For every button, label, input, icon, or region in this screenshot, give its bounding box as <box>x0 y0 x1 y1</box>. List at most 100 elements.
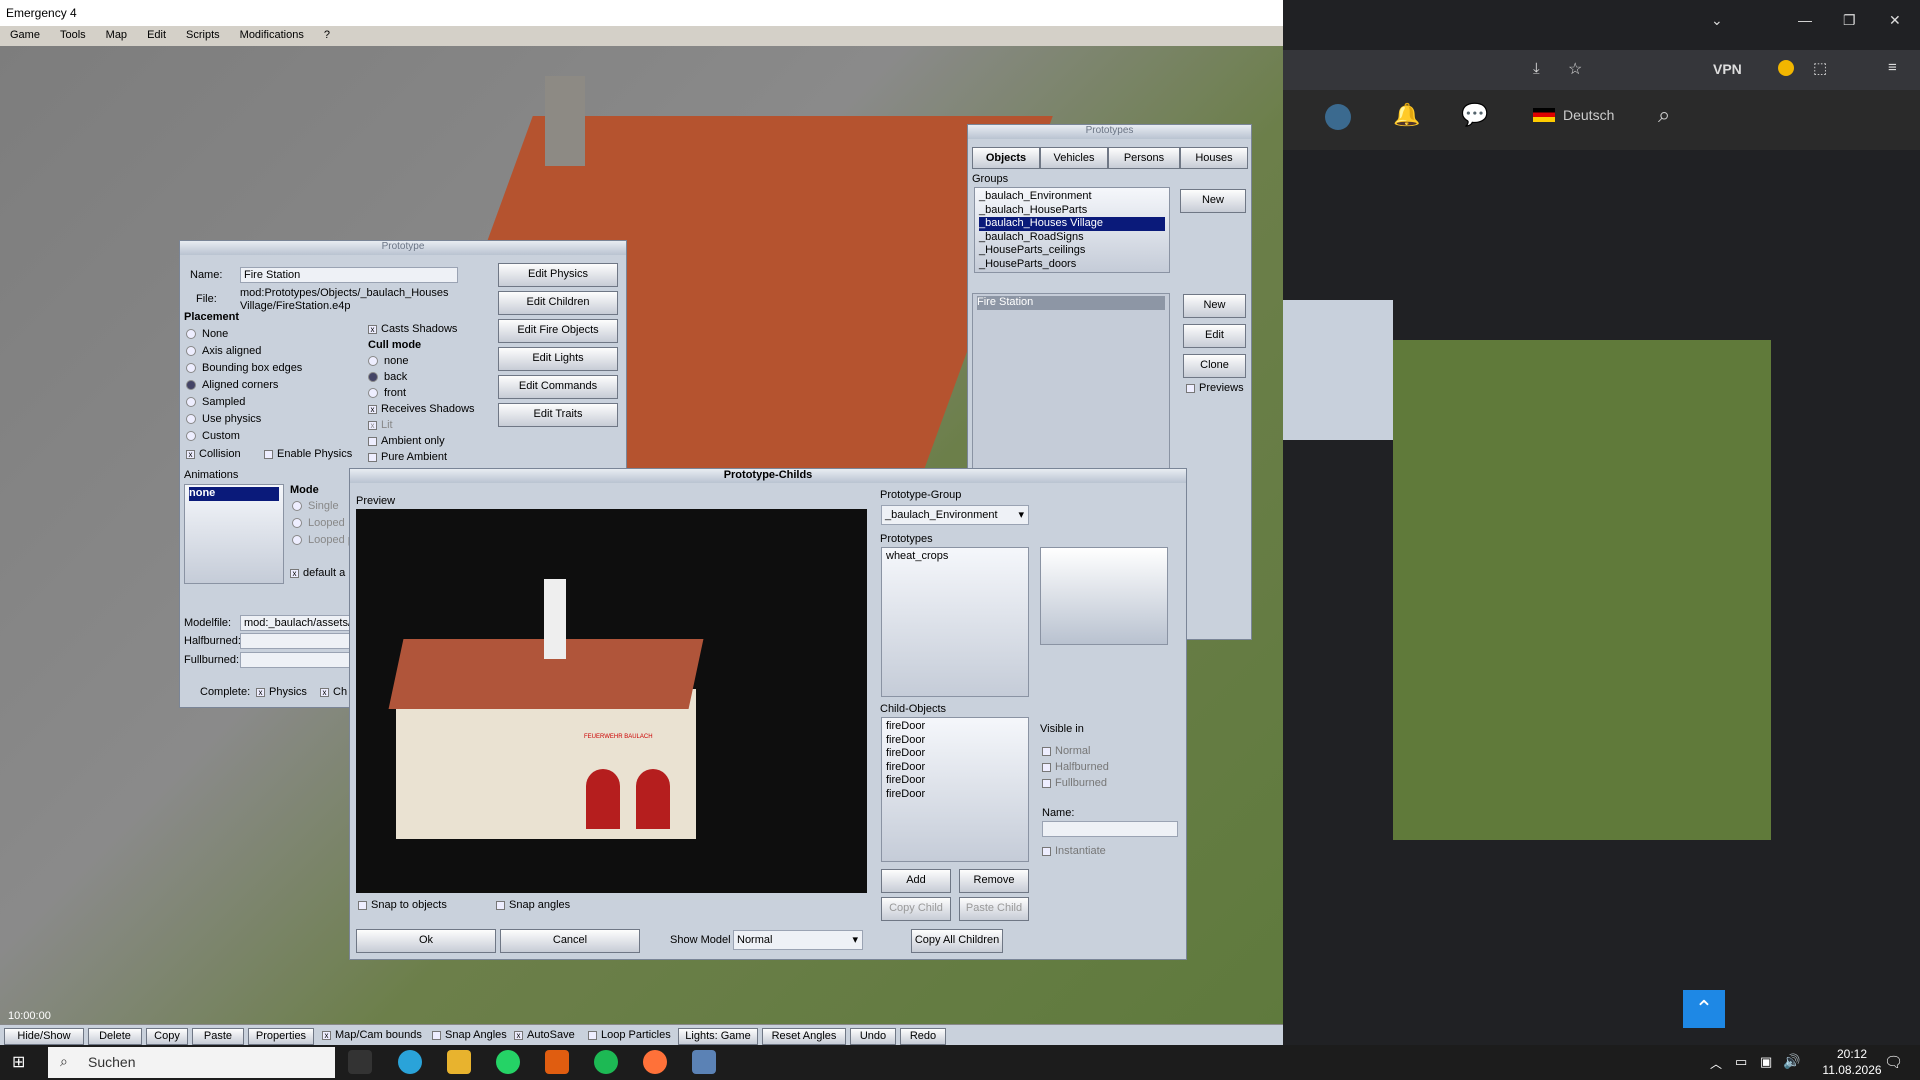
browser-address-bar[interactable]: ⤓ ☆ VPN ⬚ ≡ <box>1283 50 1920 90</box>
task-view-icon[interactable] <box>348 1050 372 1074</box>
list-item[interactable]: none <box>189 487 279 501</box>
menu-edit[interactable]: Edit <box>137 26 176 44</box>
mode-radio[interactable]: Looped <box>292 515 354 532</box>
radio-custom[interactable]: Custom <box>186 428 302 445</box>
radio-corners[interactable]: Aligned corners <box>186 377 302 394</box>
fullburned-checkbox[interactable]: Fullburned <box>1042 775 1109 791</box>
tab-persons[interactable]: Persons <box>1108 147 1180 169</box>
tab-objects[interactable]: Objects <box>972 147 1040 169</box>
ambient-only-checkbox[interactable]: Ambient only <box>368 433 475 449</box>
show-model-select[interactable]: Normal ▾ <box>733 930 863 950</box>
cancel-button[interactable]: Cancel <box>500 929 640 953</box>
notifications-icon[interactable]: 🗨 <box>1884 1053 1903 1071</box>
prototypes-list[interactable]: wheat_crops <box>881 547 1029 697</box>
edit-children-button[interactable]: Edit Children <box>498 291 618 315</box>
lit-checkbox[interactable]: x Lit <box>368 417 475 433</box>
menu-modifications[interactable]: Modifications <box>230 26 314 44</box>
paste-child-button[interactable]: Paste Child <box>959 897 1029 921</box>
physics-checkbox[interactable]: x Physics <box>256 686 307 698</box>
menu-map[interactable]: Map <box>96 26 137 44</box>
bell-icon[interactable]: 🔔 <box>1393 102 1420 128</box>
halfburned-field[interactable] <box>240 633 350 649</box>
tray-chevron-icon[interactable]: ︿ <box>1710 1055 1722 1072</box>
snap-angles-checkbox[interactable]: Snap angles <box>496 899 570 911</box>
radio-axis[interactable]: Axis aligned <box>186 343 302 360</box>
list-item[interactable]: fireDoor <box>886 747 1024 761</box>
remove-button[interactable]: Remove <box>959 869 1029 893</box>
list-item[interactable]: fireDoor <box>886 761 1024 775</box>
lights-button[interactable]: Lights: Game <box>678 1028 758 1045</box>
extensions-icon[interactable]: ⬚ <box>1813 59 1827 77</box>
network-icon[interactable]: ▭ <box>1735 1054 1747 1070</box>
ok-button[interactable]: Ok <box>356 929 496 953</box>
radio-physics[interactable]: Use physics <box>186 411 302 428</box>
snap-objects-checkbox[interactable]: Snap to objects <box>358 899 447 911</box>
loop-particles-checkbox[interactable]: Loop Particles <box>588 1029 671 1041</box>
edit-fire-objects-button[interactable]: Edit Fire Objects <box>498 319 618 343</box>
name-field[interactable]: Fire Station <box>240 267 458 283</box>
normal-checkbox[interactable]: Normal <box>1042 743 1109 759</box>
cull-front-radio[interactable]: front <box>368 385 475 401</box>
radio-bbox[interactable]: Bounding box edges <box>186 360 302 377</box>
menu-tools[interactable]: Tools <box>50 26 96 44</box>
visible-in-group[interactable]: Normal Halfburned Fullburned <box>1042 743 1109 791</box>
spotify-icon[interactable] <box>594 1050 618 1074</box>
list-item[interactable]: Fire Station <box>977 296 1165 310</box>
instantiate-checkbox[interactable]: Instantiate <box>1042 845 1106 857</box>
download-icon[interactable]: ⤓ <box>1533 60 1540 77</box>
list-item[interactable]: wheat_crops <box>886 550 1024 564</box>
profile-icon[interactable] <box>1778 60 1794 76</box>
list-item[interactable]: _HouseParts_ceilings <box>979 244 1165 258</box>
list-item[interactable]: _baulach_Environment <box>979 190 1165 204</box>
list-item[interactable]: _baulach_RoadSigns <box>979 231 1165 245</box>
emergency-app-icon[interactable] <box>692 1050 716 1074</box>
autosave-checkbox[interactable]: x AutoSave <box>514 1029 575 1041</box>
radio-sampled[interactable]: Sampled <box>186 394 302 411</box>
chat-icon[interactable]: 💬 <box>1461 102 1488 128</box>
radio-none[interactable]: None <box>186 326 302 343</box>
vpn-badge[interactable]: VPN <box>1713 61 1742 77</box>
redo-button[interactable]: Redo <box>900 1028 946 1045</box>
minimize-icon[interactable]: — <box>1798 12 1812 28</box>
menu-scripts[interactable]: Scripts <box>176 26 230 44</box>
clock-time[interactable]: 20:12 <box>1822 1047 1882 1061</box>
menu-help[interactable]: ? <box>314 26 340 44</box>
hide-show-button[interactable]: Hide/Show <box>4 1028 84 1045</box>
edit-button[interactable]: Edit <box>1183 324 1246 348</box>
firefox-icon[interactable] <box>643 1050 667 1074</box>
telegram-icon[interactable] <box>398 1050 422 1074</box>
ch-checkbox[interactable]: x Ch <box>320 686 347 698</box>
properties-button[interactable]: Properties <box>248 1028 314 1045</box>
receives-shadows-checkbox[interactable]: x Receives Shadows <box>368 401 475 417</box>
browser-app-icon[interactable] <box>545 1050 569 1074</box>
copy-all-children-button[interactable]: Copy All Children <box>911 929 1003 953</box>
chevron-down-icon[interactable]: ⌄ <box>1711 12 1723 29</box>
tab-houses[interactable]: Houses <box>1180 147 1248 169</box>
add-button[interactable]: Add <box>881 869 951 893</box>
placement-group[interactable]: None Axis aligned Bounding box edges Ali… <box>186 326 302 445</box>
edit-traits-button[interactable]: Edit Traits <box>498 403 618 427</box>
mode-radio[interactable]: Single <box>292 498 354 515</box>
previews-checkbox[interactable]: Previews <box>1186 382 1244 394</box>
new-button[interactable]: New <box>1183 294 1246 318</box>
copy-button[interactable]: Copy <box>146 1028 188 1045</box>
child-objects-list[interactable]: fireDoor fireDoor fireDoor fireDoor fire… <box>881 717 1029 862</box>
list-item[interactable]: _baulach_Houses Village <box>979 217 1165 231</box>
list-item[interactable]: fireDoor <box>886 774 1024 788</box>
list-item[interactable]: _baulach_HouseParts <box>979 204 1165 218</box>
prototype-group-select[interactable]: _baulach_Environment ▾ <box>881 505 1029 525</box>
cull-none-radio[interactable]: none <box>368 353 475 369</box>
edit-lights-button[interactable]: Edit Lights <box>498 347 618 371</box>
delete-button[interactable]: Delete <box>88 1028 142 1045</box>
halfburned-checkbox[interactable]: Halfburned <box>1042 759 1109 775</box>
map-cam-checkbox[interactable]: x Map/Cam bounds <box>322 1029 422 1041</box>
casts-shadows-checkbox[interactable]: x Casts Shadows <box>368 321 475 337</box>
pure-ambient-checkbox[interactable]: Pure Ambient <box>368 449 475 465</box>
display-icon[interactable]: ▣ <box>1760 1054 1772 1070</box>
clone-button[interactable]: Clone <box>1183 354 1246 378</box>
user-avatar[interactable] <box>1325 104 1351 130</box>
close-icon[interactable]: ✕ <box>1889 12 1901 29</box>
whatsapp-icon[interactable] <box>496 1050 520 1074</box>
undo-button[interactable]: Undo <box>850 1028 896 1045</box>
explorer-icon[interactable] <box>447 1050 471 1074</box>
